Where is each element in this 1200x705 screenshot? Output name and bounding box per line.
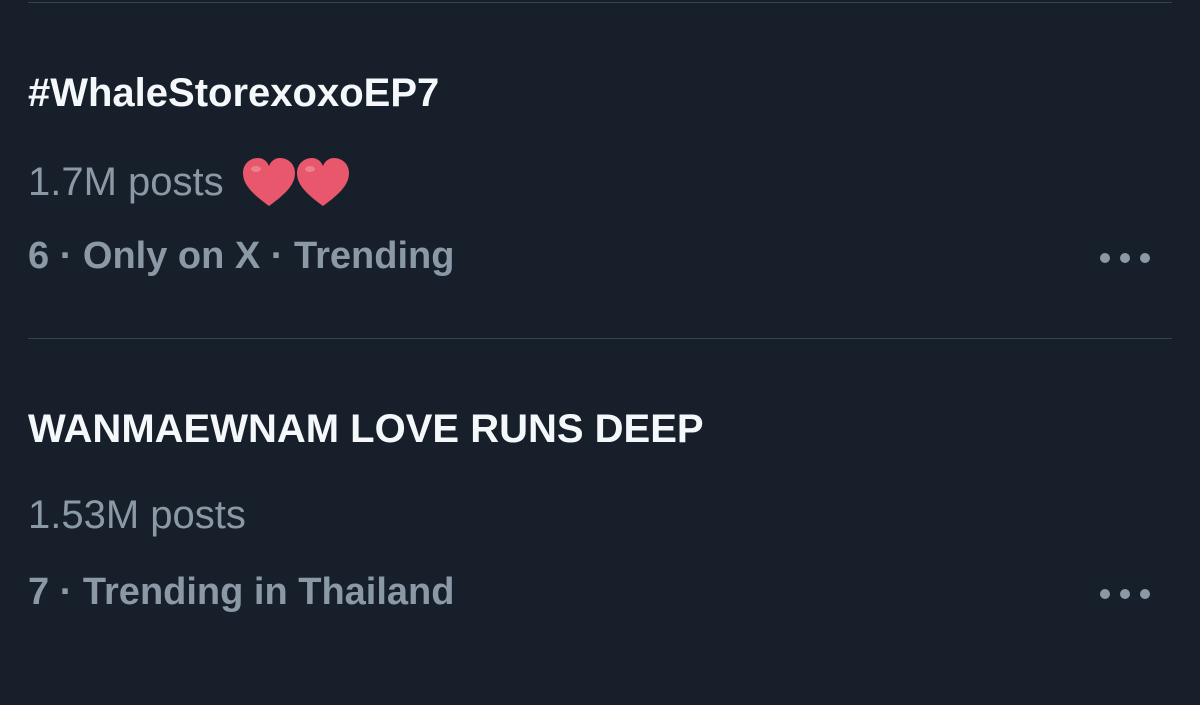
trend-post-count-row: 1.7M posts xyxy=(28,155,352,209)
top-divider xyxy=(28,2,1172,3)
trend-post-count: 1.53M posts xyxy=(28,493,246,537)
trend-post-count: 1.7M posts xyxy=(28,160,224,204)
trend-title: #WhaleStorexoxoEP7 xyxy=(28,71,440,115)
dot xyxy=(1140,589,1150,599)
dot xyxy=(1140,253,1150,263)
trend-post-count-row: 1.53M posts xyxy=(28,491,246,539)
heart-icon xyxy=(242,158,295,206)
trend-context: 7 · Trending in Thailand xyxy=(28,571,455,613)
trend-item-2[interactable]: WANMAEWNAM LOVE RUNS DEEP 1.53M posts 7 … xyxy=(28,405,1172,705)
dot xyxy=(1120,589,1130,599)
trend-title: WANMAEWNAM LOVE RUNS DEEP xyxy=(28,407,704,451)
dot xyxy=(1120,253,1130,263)
trend-context: 6 · Only on X · Trending xyxy=(28,235,455,277)
more-options-button[interactable] xyxy=(1100,245,1150,271)
heart-icon xyxy=(296,158,349,206)
dot xyxy=(1100,589,1110,599)
hearts-emoji xyxy=(240,155,352,209)
more-options-button[interactable] xyxy=(1100,581,1150,607)
dot xyxy=(1100,253,1110,263)
trend-divider xyxy=(28,338,1172,339)
trend-item-1[interactable]: #WhaleStorexoxoEP7 1.7M posts 6 · Only o… xyxy=(28,69,1172,369)
